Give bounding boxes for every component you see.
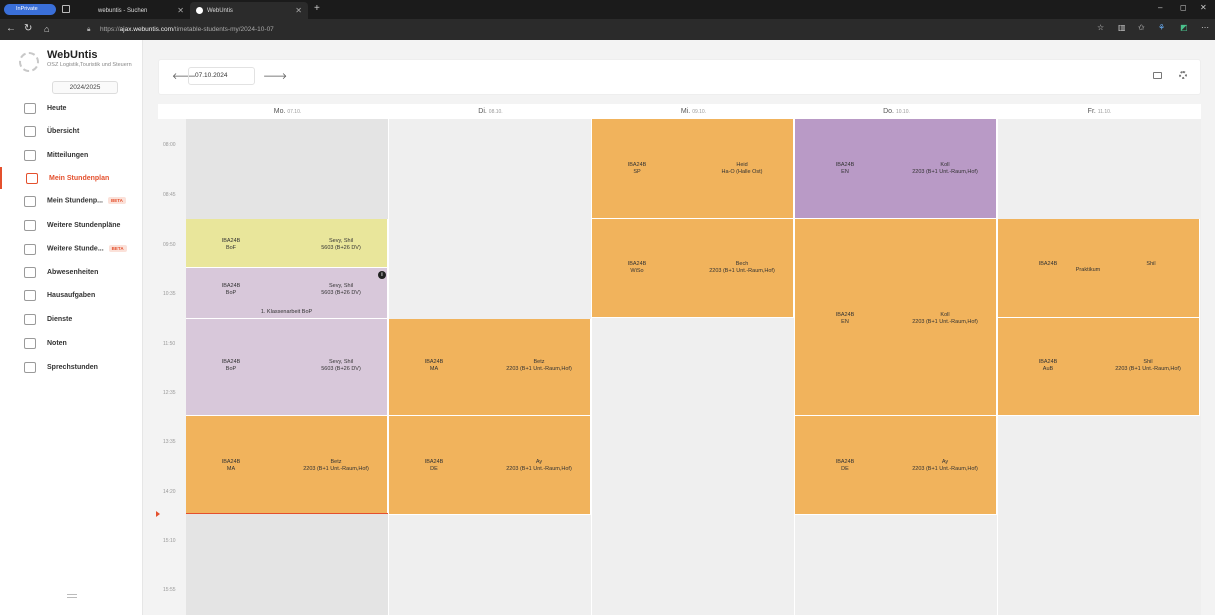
beta-badge: BETA <box>108 197 126 205</box>
timetable-toolbar <box>158 59 1201 95</box>
info-icon[interactable]: i <box>378 271 386 279</box>
lesson-di-1[interactable]: IBA24B MA Betz 2203 (B+1 Unt.-Raum,Hof) <box>389 319 591 416</box>
day-header-fr: Fr. 11.10. <box>1087 108 1112 115</box>
new-tab-icon[interactable]: + <box>314 3 320 14</box>
brand-name: WebUntis <box>47 49 98 61</box>
sidebar-item-mitteilungen[interactable]: Mitteilungen <box>0 144 142 166</box>
day-header-mo: Mo. 07.10. <box>273 108 302 115</box>
lesson-mo-4[interactable]: IBA24B MA Betz 2203 (B+1 Unt.-Raum,Hof) <box>186 416 388 514</box>
inprivate-badge[interactable]: InPrivate <box>4 4 56 15</box>
extensions-icon[interactable]: ⚘ <box>1158 23 1165 32</box>
time-label: 08:00 <box>163 142 176 148</box>
copilot-icon[interactable]: ◩ <box>1180 23 1188 32</box>
lesson-do-3[interactable]: IBA24B DE Ay 2203 (B+1 Unt.-Raum,Hof) <box>795 416 997 515</box>
lesson-di-2[interactable]: IBA24B DE Ay 2203 (B+1 Unt.-Raum,Hof) <box>389 416 591 515</box>
school-name: OSZ Logistik,Touristik und Steuern <box>47 62 132 68</box>
lesson-mo-3[interactable]: IBA24B BoP Sevy, Shil 5603 (B+26 DV) <box>186 319 388 416</box>
close-icon[interactable]: ✕ <box>177 6 184 15</box>
favorite-icon[interactable]: ☆ <box>1097 23 1104 32</box>
mail-icon <box>24 149 36 161</box>
beta-badge: BETA <box>108 245 127 253</box>
calendar-icon <box>24 219 36 231</box>
sidebar-item-mein-stundenplan[interactable]: Mein Stundenplan <box>0 167 142 189</box>
more-icon[interactable]: ⋯ <box>1201 23 1209 32</box>
time-label: 09:50 <box>163 242 176 248</box>
close-icon[interactable]: ✕ <box>295 6 302 15</box>
gear-icon[interactable] <box>1179 71 1187 79</box>
tab-webuntis[interactable]: WebUntis ✕ <box>190 2 308 19</box>
day-header-do: Do. 10.10. <box>883 108 910 115</box>
school-year-selector[interactable]: 2024/2025 <box>52 81 118 94</box>
minimize-icon[interactable]: – <box>1158 3 1162 12</box>
calendar-user-icon <box>24 195 36 207</box>
consultation-icon <box>24 361 36 373</box>
sidebar-item-noten[interactable]: Noten <box>0 332 142 354</box>
restore-icon[interactable]: ◻ <box>1180 3 1187 12</box>
sidebar-item-heute[interactable]: Heute <box>0 97 142 119</box>
time-label: 15:55 <box>163 587 176 593</box>
address-row: ← ↻ ⌂ 🔒︎ https://ajax.webuntis.com/timet… <box>0 19 1215 40</box>
sidebar-item-hausaufgaben[interactable]: Hausaufgaben <box>0 284 142 306</box>
time-label: 08:45 <box>163 192 176 198</box>
window-close-icon[interactable]: ✕ <box>1200 3 1207 12</box>
home-icon[interactable]: ⌂ <box>44 23 49 35</box>
split-screen-icon[interactable]: ▥ <box>1118 23 1126 32</box>
grades-icon <box>24 337 36 349</box>
time-label: 13:35 <box>163 439 176 445</box>
lock-icon: 🔒︎ <box>87 26 91 33</box>
current-time-line <box>186 513 388 514</box>
homework-icon <box>24 289 36 301</box>
absence-icon <box>24 266 36 278</box>
lesson-do-2[interactable]: IBA24B EN Koll 2203 (B+1 Unt.-Raum,Hof) <box>795 219 997 416</box>
calendar-user-icon <box>26 172 38 184</box>
lesson-mi-1[interactable]: IBA24B SP Heid Ha-O (Halle Ost) <box>592 119 794 219</box>
sidebar-item-mein-stundenplan-beta[interactable]: Mein Stundenp... BETA <box>0 190 142 212</box>
print-icon[interactable] <box>1153 72 1162 79</box>
day-header-di: Di. 08.10. <box>478 108 503 115</box>
address-bar[interactable]: 🔒︎ https://ajax.webuntis.com/timetable-s… <box>84 22 1084 37</box>
lesson-mo-1[interactable]: IBA24B BoF Sevy, Shil 5603 (B+26 DV) <box>186 219 388 268</box>
webuntis-favicon-icon <box>196 7 203 14</box>
time-label: 10:35 <box>163 291 176 297</box>
duty-icon <box>24 313 36 325</box>
favorites-icon[interactable]: ✩ <box>1138 23 1145 32</box>
back-icon[interactable]: ← <box>6 23 16 35</box>
time-label: 11:50 <box>163 341 176 347</box>
time-label: 14:20 <box>163 489 176 495</box>
lesson-do-1[interactable]: IBA24B EN Koll 2203 (B+1 Unt.-Raum,Hof) <box>795 119 997 219</box>
tab-strip: InPrivate webuntis - Suchen ✕ WebUntis ✕ +… <box>0 0 1215 19</box>
sidebar-item-uebersicht[interactable]: Übersicht <box>0 120 142 142</box>
sidebar-item-weitere-stundenplaene[interactable]: Weitere Stundenpläne <box>0 214 142 236</box>
lesson-fr-1[interactable]: IBA24B Praktikum Shil <box>998 219 1200 318</box>
grid-icon <box>24 102 36 114</box>
calendar-icon <box>24 243 36 255</box>
current-time-marker <box>156 511 160 517</box>
webuntis-logo-icon <box>19 52 39 72</box>
next-week-button[interactable]: 🡒 <box>263 71 287 82</box>
tab-bing-search[interactable]: webuntis - Suchen ✕ <box>82 2 190 19</box>
lesson-mo-2-exam[interactable]: IBA24B BoP Sevy, Shil 5603 (B+26 DV) 1. Kl… <box>186 268 388 319</box>
sidebar-item-sprechstunden[interactable]: Sprechstunden <box>0 356 142 378</box>
date-picker[interactable]: 07.10.2024 <box>188 67 255 85</box>
sidebar-item-abwesenheiten[interactable]: Abwesenheiten <box>0 261 142 283</box>
collapse-menu-icon[interactable] <box>67 594 77 598</box>
tab-actions-icon[interactable] <box>62 5 70 13</box>
overview-icon <box>24 125 36 137</box>
day-header-mi: Mi. 09.10. <box>680 108 707 115</box>
lesson-fr-2[interactable]: IBA24B AuB Shil 2203 (B+1 Unt.-Raum,Hof) <box>998 318 1200 416</box>
sidebar-item-dienste[interactable]: Dienste <box>0 308 142 330</box>
lesson-mi-2[interactable]: IBA24B WiSo Bech 2203 (B+1 Unt.-Raum,Hof) <box>592 219 794 318</box>
sidebar-item-weitere-stundenplaene-beta[interactable]: Weitere Stunde... BETA <box>0 238 142 260</box>
browser-chrome: InPrivate webuntis - Suchen ✕ WebUntis ✕ +… <box>0 0 1215 40</box>
refresh-icon[interactable]: ↻ <box>24 23 32 35</box>
exam-note: 1. Klassenarbeit BoP <box>260 309 313 315</box>
time-label: 15:10 <box>163 538 176 544</box>
time-label: 12:35 <box>163 390 176 396</box>
